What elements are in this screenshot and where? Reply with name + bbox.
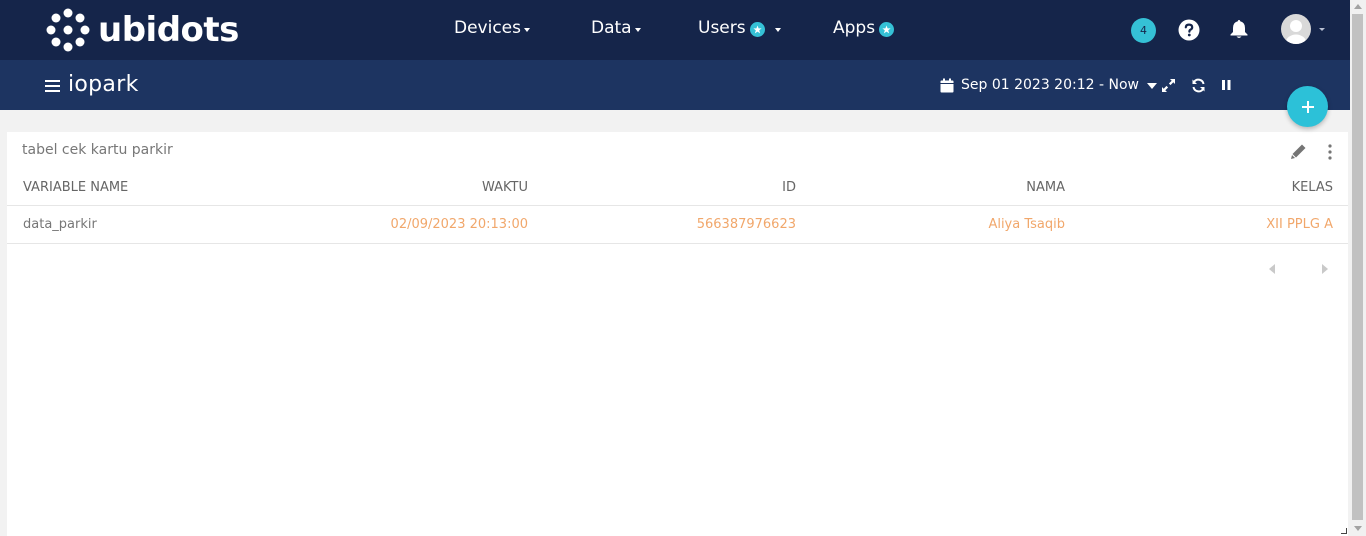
column-header-waktu: WAKTU bbox=[481, 180, 528, 195]
dashboard-bar: iopark Sep 01 2023 20:12 - Now bbox=[0, 60, 1350, 110]
bell-icon[interactable] bbox=[1228, 18, 1250, 40]
calendar-icon bbox=[940, 78, 954, 92]
refresh-icon[interactable] bbox=[1191, 78, 1206, 93]
nav-apps[interactable]: Apps bbox=[833, 18, 895, 38]
logo-text: ubidots bbox=[98, 10, 239, 50]
cell-waktu: 02/09/2023 20:13:00 bbox=[390, 217, 528, 232]
cell-kelas: XII PPLG A bbox=[1266, 217, 1333, 232]
chevron-down-icon bbox=[524, 27, 530, 32]
nav-devices[interactable]: Devices bbox=[454, 18, 530, 38]
resize-handle-icon[interactable] bbox=[1341, 528, 1347, 534]
nav-users[interactable]: Users bbox=[698, 18, 781, 38]
column-header-variable-name: VARIABLE NAME bbox=[23, 180, 129, 195]
column-header-nama: NAMA bbox=[1026, 180, 1065, 195]
menu-icon[interactable] bbox=[45, 80, 60, 92]
chevron-down-icon bbox=[634, 27, 641, 32]
previous-page-icon[interactable] bbox=[1269, 264, 1275, 274]
scroll-down-arrow-icon[interactable] bbox=[1354, 526, 1362, 531]
column-header-id: ID bbox=[782, 180, 796, 195]
chevron-down-icon bbox=[1146, 83, 1157, 89]
cell-variable-name: data_parkir bbox=[23, 217, 97, 232]
help-icon[interactable] bbox=[1178, 19, 1200, 41]
user-icon bbox=[1286, 20, 1306, 44]
nav-users-label: Users bbox=[698, 18, 746, 38]
notification-count-badge[interactable]: 4 bbox=[1131, 18, 1156, 43]
more-vertical-icon[interactable] bbox=[1327, 144, 1333, 160]
chevron-down-icon[interactable] bbox=[1319, 28, 1325, 31]
nav-apps-label: Apps bbox=[833, 18, 876, 38]
expand-icon[interactable] bbox=[1161, 78, 1176, 93]
nav-data-label: Data bbox=[591, 18, 632, 38]
ubidots-logo-icon bbox=[46, 8, 90, 52]
add-widget-button[interactable] bbox=[1287, 86, 1328, 127]
scroll-up-arrow-icon[interactable] bbox=[1354, 4, 1362, 9]
vertical-scrollbar[interactable] bbox=[1350, 0, 1366, 536]
avatar[interactable] bbox=[1281, 14, 1311, 44]
chevron-down-icon bbox=[774, 27, 781, 32]
widget-title: tabel cek kartu parkir bbox=[22, 142, 173, 158]
plus-icon bbox=[1301, 100, 1314, 113]
cell-id: 566387976623 bbox=[696, 217, 796, 232]
star-icon bbox=[879, 21, 895, 37]
next-page-icon[interactable] bbox=[1322, 264, 1328, 274]
star-icon bbox=[749, 21, 765, 37]
table-header: VARIABLE NAME WAKTU ID NAMA KELAS bbox=[7, 172, 1348, 206]
nav-data[interactable]: Data bbox=[591, 18, 641, 38]
nav-devices-label: Devices bbox=[454, 18, 521, 38]
table-row: data_parkir 02/09/2023 20:13:00 56638797… bbox=[7, 206, 1348, 244]
dashboard-title: iopark bbox=[68, 72, 139, 97]
scrollbar-thumb[interactable] bbox=[1352, 14, 1363, 520]
table-widget: tabel cek kartu parkir VARIABLE NAME WAK… bbox=[7, 132, 1348, 536]
ubidots-logo[interactable]: ubidots bbox=[46, 8, 239, 52]
pause-icon[interactable] bbox=[1219, 78, 1234, 93]
edit-icon[interactable] bbox=[1290, 143, 1307, 160]
column-header-kelas: KELAS bbox=[1291, 180, 1333, 195]
top-navbar: ubidots Devices Data Users Apps 4 bbox=[0, 0, 1350, 60]
cell-nama: Aliya Tsaqib bbox=[988, 217, 1065, 232]
date-range-picker[interactable]: Sep 01 2023 20:12 - Now bbox=[940, 77, 1157, 93]
date-range-label: Sep 01 2023 20:12 - Now bbox=[961, 77, 1139, 93]
